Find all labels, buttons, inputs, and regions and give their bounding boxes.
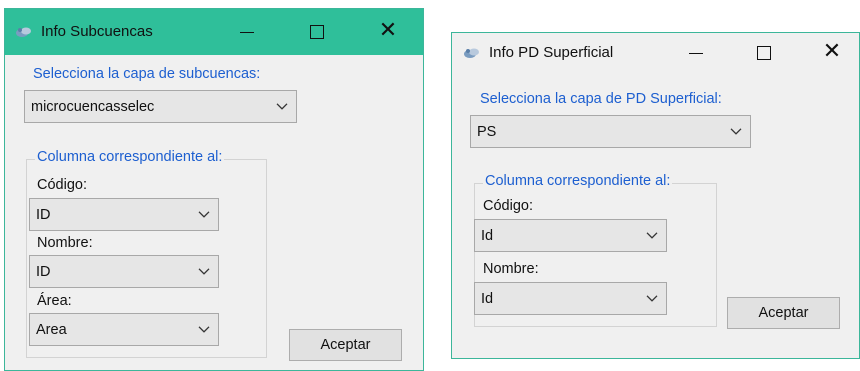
- codigo-select-value: Id: [481, 227, 494, 244]
- area-select[interactable]: Area: [29, 313, 219, 346]
- layer-select[interactable]: PS: [470, 115, 751, 148]
- group-label: Columna correspondiente al:: [483, 173, 673, 189]
- chevron-down-icon: [198, 210, 210, 218]
- app-icon: [464, 48, 479, 58]
- accept-button[interactable]: Aceptar: [289, 329, 402, 361]
- codigo-select[interactable]: Id: [474, 219, 667, 252]
- layer-select[interactable]: microcuencasselec: [24, 90, 297, 123]
- maximize-icon[interactable]: [297, 17, 337, 47]
- window-title: Info Subcuencas: [41, 23, 153, 40]
- info-subcuencas-window: Info Subcuencas ✕ Selecciona la capa de …: [4, 8, 424, 371]
- layer-select-value: PS: [477, 123, 497, 140]
- title-bar[interactable]: Info PD Superficial ✕: [452, 33, 859, 73]
- minimize-icon[interactable]: [227, 17, 267, 47]
- close-icon[interactable]: ✕: [812, 40, 852, 70]
- area-label: Área:: [37, 293, 72, 309]
- maximize-icon[interactable]: [744, 38, 784, 68]
- codigo-select-value: ID: [36, 206, 51, 223]
- layer-label: Selecciona la capa de PD Superficial:: [480, 91, 722, 107]
- accept-button[interactable]: Aceptar: [727, 297, 840, 329]
- app-icon: [16, 27, 31, 37]
- chevron-down-icon: [198, 267, 210, 275]
- info-pd-superficial-window: Info PD Superficial ✕ Selecciona la capa…: [451, 32, 860, 359]
- chevron-down-icon: [646, 231, 658, 239]
- title-bar[interactable]: Info Subcuencas ✕: [5, 9, 423, 55]
- nombre-select[interactable]: Id: [474, 282, 667, 315]
- nombre-select-value: ID: [36, 263, 51, 280]
- chevron-down-icon: [276, 102, 288, 110]
- nombre-label: Nombre:: [37, 235, 93, 251]
- nombre-select-value: Id: [481, 290, 494, 307]
- chevron-down-icon: [730, 127, 742, 135]
- close-icon[interactable]: ✕: [368, 19, 408, 49]
- chevron-down-icon: [198, 325, 210, 333]
- nombre-select[interactable]: ID: [29, 255, 219, 288]
- window-title: Info PD Superficial: [489, 44, 614, 61]
- layer-select-value: microcuencasselec: [31, 98, 155, 115]
- layer-label: Selecciona la capa de subcuencas:: [33, 66, 261, 82]
- minimize-icon[interactable]: [676, 38, 716, 68]
- area-select-value: Area: [36, 321, 67, 338]
- group-label: Columna correspondiente al:: [35, 149, 225, 165]
- chevron-down-icon: [646, 294, 658, 302]
- nombre-label: Nombre:: [483, 261, 539, 277]
- codigo-select[interactable]: ID: [29, 198, 219, 231]
- codigo-label: Código:: [37, 177, 87, 193]
- codigo-label: Código:: [483, 198, 533, 214]
